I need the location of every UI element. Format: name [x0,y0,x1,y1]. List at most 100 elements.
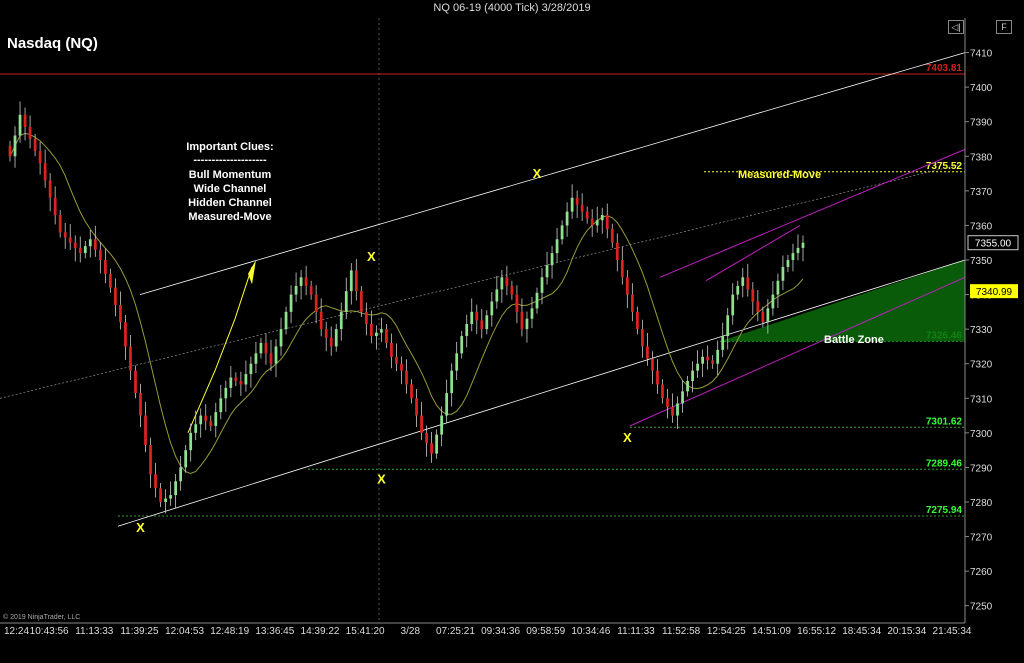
candle-body [706,356,710,361]
copyright: © 2019 NinjaTrader, LLC [3,613,80,621]
candle-body [13,135,17,157]
candle-body [625,277,629,295]
x-tick-label: 21:45:34 [933,626,972,637]
candle-body [425,432,428,444]
price-chart[interactable]: 7403.817375.527326.467301.627289.467275.… [0,0,1024,663]
candle-body [38,151,42,164]
chart-title: Nasdaq (NQ) [7,35,98,52]
candle-body [259,342,263,354]
level-label: 7289.46 [926,458,963,469]
candle-body [741,277,745,286]
notes-item: Bull Momentum [189,169,272,181]
candle-body [43,163,47,181]
candle-body [550,253,554,266]
channel-lower [117,259,966,527]
candle-body [299,277,303,286]
candle-body [686,381,689,392]
y-tick-label: 7250 [970,602,993,613]
candle-body [234,377,238,381]
float-panel-button[interactable]: F [996,20,1012,34]
battle-zone [720,260,965,342]
x-tick-label: 12:24 [4,626,29,637]
battle-zone-label: Battle Zone [824,334,884,346]
price-axis[interactable]: 7250 7260 7270 7280 7290 7300 7310 7320 7330 7340… [964,18,1019,623]
last-price-label: 7355.00 [975,239,1012,250]
x-tick-label: 11:13:33 [75,626,114,637]
candle-body [736,285,740,295]
x-tick-label: 14:39:22 [301,626,340,637]
candle-body [465,323,469,337]
candle-body [154,474,157,489]
candle-body [364,311,368,324]
candle-body [269,353,273,364]
candle-body [98,249,102,260]
candle-body [555,239,559,254]
candle-body [144,415,147,445]
candle-body [746,277,750,290]
y-tick-label: 7270 [970,533,993,544]
candle-body [535,292,539,309]
candle-body [721,336,725,350]
y-tick-label: 7300 [970,429,993,440]
x-tick-label: 07:25:21 [436,626,475,637]
pivot-marker: X [623,430,632,445]
notes-item: Hidden Channel [188,197,272,209]
candle-body [239,381,243,385]
pivot-marker: X [377,471,386,486]
candle-body [651,358,654,371]
x-tick-label: 13:36:45 [255,626,294,637]
ma-price-label: 7340.99 [976,287,1013,298]
candle-body [119,304,122,323]
candle-body [339,311,343,330]
notes-item: Wide Channel [194,183,267,195]
candle-body [184,450,188,468]
x-tick-label: 10:43:56 [30,626,69,637]
candle-body [410,384,413,399]
pivot-marker: X [533,166,542,181]
y-tick-label: 7310 [970,394,993,405]
candle-body [334,329,338,347]
candle-body [189,432,193,451]
candle-body [515,294,519,312]
x-tick-label: 18:45:34 [842,626,881,637]
candle-body [460,336,464,354]
candle-body [329,337,333,347]
candle-body [641,329,644,347]
candle-body [761,311,765,323]
candle-body [264,342,268,354]
candle-body [666,398,669,407]
candle-body [781,266,785,281]
candle-body [701,356,705,364]
candle-body [279,329,283,347]
time-axis[interactable]: 12:24 10:43:56 11:13:33 11:39:25 12:04:53 12:… [0,622,972,637]
candle-body [294,285,298,295]
candle-body [610,228,614,243]
candle-body [726,315,730,337]
candle-body [8,145,12,157]
candle-body [635,311,639,330]
candle-body [274,346,278,364]
hidden-channel-lower [629,276,966,427]
candle-body [580,204,584,212]
candle-body [400,363,403,371]
candle-body [194,424,198,433]
candle-body [83,246,87,254]
y-tick-label: 7410 [970,49,993,60]
y-tick-label: 7380 [970,152,993,163]
y-tick-label: 7350 [970,256,993,267]
candle-body [560,225,564,240]
candle-body [595,220,599,226]
candle-body [525,318,529,330]
collapse-panel-icon[interactable]: ◁| [948,20,964,34]
level-label: 7275.94 [926,505,963,516]
y-tick-label: 7290 [970,463,993,474]
candle-body [590,218,594,226]
candle-body [475,311,479,321]
x-tick-label: 12:04:53 [165,626,204,637]
candle-body [134,370,137,394]
candle-body [480,320,484,330]
candle-body [766,308,770,323]
candle-body [164,498,167,502]
y-tick-label: 7280 [970,498,993,509]
x-tick-label: 3/28 [401,626,421,637]
